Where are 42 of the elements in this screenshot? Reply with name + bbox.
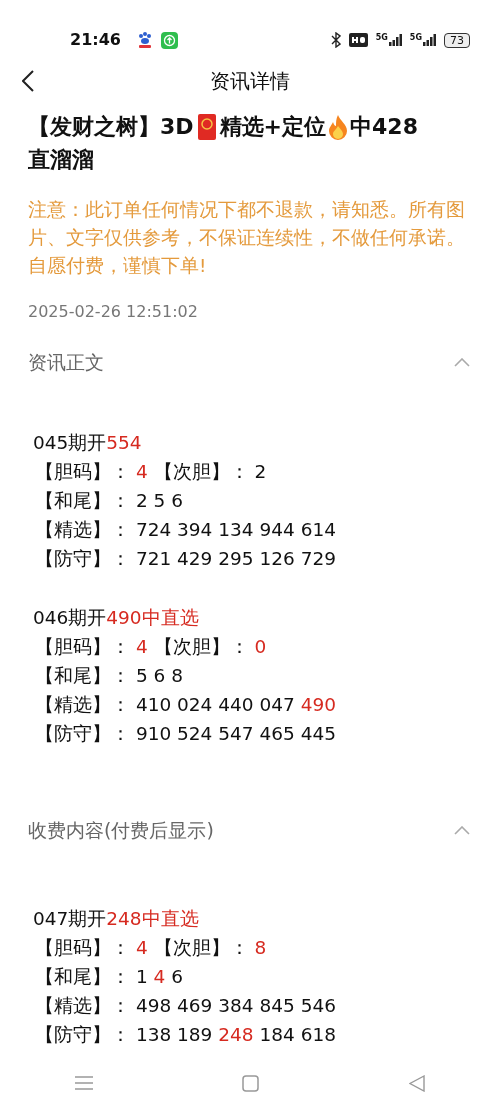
section-heading: 资讯正文 <box>28 349 104 375</box>
home-icon[interactable] <box>242 1074 260 1092</box>
back-icon[interactable] <box>22 69 34 92</box>
article-title: 【发财之树】3D <box>28 113 194 141</box>
content-line: 【防守】： 138 189 248 184 618 <box>34 1023 337 1047</box>
draw-result: 046期开490中直选 <box>33 606 200 630</box>
content-line: 【防守】： 910 524 547 465 445 <box>34 722 337 746</box>
content-line: 【防守】： 721 429 295 126 729 <box>34 547 337 571</box>
draw-result: 047期开248中直选 <box>33 907 200 931</box>
content-line: 【胆码】： 4 【次胆】： 2 <box>34 460 268 484</box>
network-label: 5G <box>409 34 422 42</box>
battery-indicator: 73 <box>444 32 470 48</box>
network-label: 5G <box>375 34 388 42</box>
article-title: 精选+定位 <box>219 113 326 141</box>
content-line: 【胆码】： 4 【次胆】： 0 <box>34 635 268 659</box>
content-line: 【精选】： 498 469 384 845 546 <box>34 994 337 1018</box>
clock-time: 21:46 <box>70 29 121 51</box>
back-nav-icon[interactable] <box>409 1074 426 1092</box>
content-line: 【和尾】： 1 4 6 <box>34 965 184 989</box>
section-heading: 收费内容(付费后显示) <box>28 817 214 843</box>
notice-text: 注意：此订单任何情况下都不退款，请知悉。所有图片、文字仅供参考，不保证连续性，不做任何承诺。自愿付费，谨慎下单! <box>27 198 466 278</box>
content-line: 【和尾】： 5 6 8 <box>34 664 184 688</box>
paw-icon <box>136 31 153 49</box>
upload-icon <box>160 31 178 49</box>
content-line: 【胆码】： 4 【次胆】： 8 <box>34 936 268 960</box>
content-line: 【精选】： 410 024 440 047 490 <box>34 693 337 717</box>
collapse-icon[interactable] <box>454 825 470 835</box>
signal-icon <box>423 34 436 46</box>
content-line: 【精选】： 724 394 134 944 614 <box>34 518 337 542</box>
hd-icon <box>348 33 368 47</box>
article-title: 中428 <box>350 113 418 141</box>
menu-icon[interactable] <box>74 1076 93 1090</box>
envelope-icon <box>196 113 217 140</box>
content-line: 【和尾】： 2 5 6 <box>34 489 184 513</box>
draw-result: 045期开554 <box>33 431 143 455</box>
bluetooth-icon <box>330 32 341 48</box>
collapse-icon[interactable] <box>454 357 470 367</box>
page-title: 资讯详情 <box>210 68 290 95</box>
publish-date: 2025-02-26 12:51:02 <box>27 301 199 323</box>
fire-icon <box>327 113 349 140</box>
signal-icon <box>388 34 402 46</box>
article-title: 直溜溜 <box>28 146 94 174</box>
